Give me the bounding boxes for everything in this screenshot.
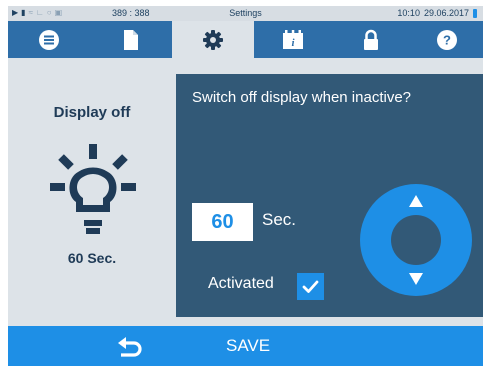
tab-documents[interactable] (90, 21, 172, 58)
status-time: 10:10 (397, 8, 420, 18)
setting-title: Display off (53, 104, 131, 121)
lock-icon (364, 29, 378, 50)
tab-menu[interactable] (8, 21, 90, 58)
svg-text:?: ? (443, 32, 451, 47)
arrow-up-icon (409, 195, 423, 207)
unit-label: Sec. (262, 210, 297, 229)
tab-bar: i ? (8, 21, 483, 58)
activated-label: Activated (208, 275, 274, 292)
bottom-bar: SAVE (8, 326, 483, 366)
value-field[interactable]: 60 (192, 203, 253, 241)
info-card-icon: i (283, 29, 303, 49)
save-button[interactable]: SAVE (226, 326, 270, 366)
arrow-down-icon (409, 273, 423, 285)
decrease-button[interactable] (400, 267, 432, 291)
value-stepper (360, 184, 472, 296)
gear-icon (203, 29, 223, 50)
help-icon: ? (436, 29, 457, 50)
current-value-label: 60 Sec. (67, 250, 117, 266)
menu-list-icon (39, 29, 59, 50)
setting-panel: Switch off display when inactive? 60 Sec… (176, 74, 483, 317)
tab-info[interactable]: i (254, 21, 332, 58)
status-date: 29.06.2017 (423, 8, 469, 18)
back-arrow-icon (118, 337, 142, 357)
checkmark-icon (302, 280, 319, 293)
activated-checkbox[interactable] (297, 273, 324, 300)
status-bar: ▶ ▮ ≈ ∟ ○ ▣ 389 : 388 Settings 10:10 29.… (8, 6, 483, 21)
back-button[interactable] (114, 335, 146, 359)
setting-question: Switch off display when inactive? (192, 89, 412, 106)
status-datetime: 10:10 29.06.2017 (397, 8, 477, 18)
document-icon (124, 29, 138, 50)
increase-button[interactable] (400, 189, 432, 213)
stepper-center (391, 215, 441, 265)
tab-lock[interactable] (332, 21, 410, 58)
battery-icon (473, 8, 477, 18)
tab-help[interactable]: ? (410, 21, 483, 58)
lightbulb-icon (50, 144, 136, 234)
tab-settings[interactable] (172, 21, 254, 58)
screen: ▶ ▮ ≈ ∟ ○ ▣ 389 : 388 Settings 10:10 29.… (8, 6, 483, 366)
